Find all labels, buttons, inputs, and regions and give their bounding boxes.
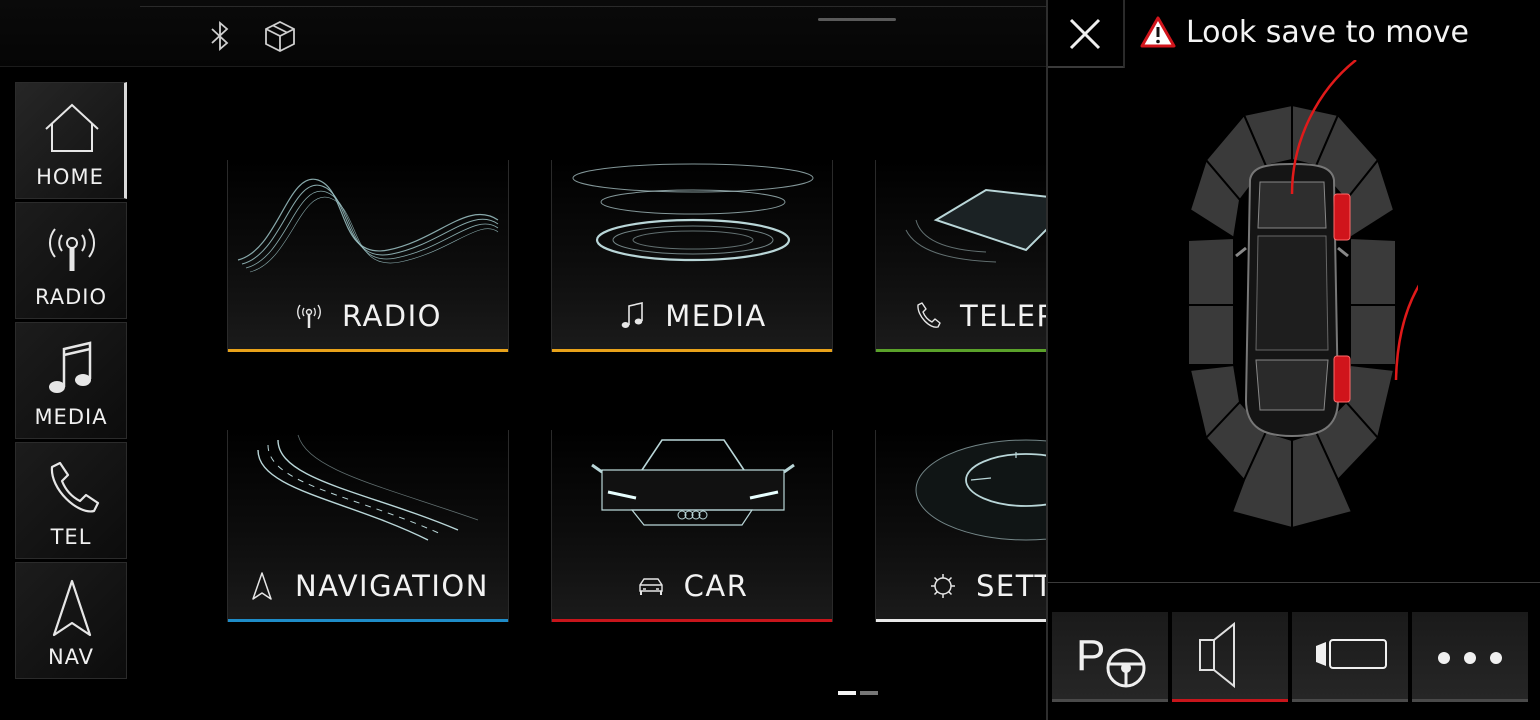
header-divider — [1124, 0, 1125, 68]
sidebar-item-label: NAV — [47, 645, 95, 669]
phone-icon — [50, 461, 100, 513]
music-note-icon — [621, 301, 644, 328]
speaker-icon — [1199, 621, 1235, 689]
camera-view-icon — [1316, 639, 1387, 669]
sidebar-item-label: MEDIA — [34, 405, 108, 429]
warning-triangle-icon — [1140, 16, 1176, 48]
radio-antenna-icon — [48, 228, 96, 271]
tile-label: SETT — [976, 569, 1046, 603]
music-note-icon — [49, 341, 92, 393]
park-assist-button[interactable]: P — [1052, 612, 1168, 702]
sidebar-item-home[interactable]: HOME — [15, 82, 127, 199]
top-status-bar — [0, 0, 1046, 67]
tile-accent-bar — [552, 349, 832, 352]
sidebar-item-label: TEL — [50, 525, 92, 549]
warning-message: Look save to move — [1140, 12, 1469, 52]
home-tiles-grid: RADIO MEDIA TELEP NAVIGATION CAR SETT — [227, 160, 1046, 630]
page-dot-active[interactable] — [838, 691, 856, 695]
tile-telephone[interactable]: TELEP — [875, 160, 1046, 352]
tile-label: MEDIA — [665, 299, 767, 333]
page-indicator — [838, 680, 882, 699]
smartphone-artwork — [905, 188, 1046, 263]
close-button[interactable] — [1048, 0, 1124, 68]
svg-text:P: P — [1076, 631, 1105, 680]
sidebar-item-nav[interactable]: NAV — [15, 562, 127, 679]
home-icon — [45, 103, 99, 152]
navigation-arrow-icon — [252, 572, 272, 600]
package-box-icon — [265, 20, 295, 53]
tile-label: CAR — [683, 569, 749, 603]
camera-view-button[interactable] — [1292, 612, 1408, 702]
close-icon — [1069, 18, 1101, 50]
bluetooth-icon — [211, 21, 229, 51]
panel-divider — [1048, 582, 1540, 583]
tile-accent-bar — [876, 619, 1046, 622]
tile-accent-bar — [228, 619, 508, 622]
top-divider — [140, 6, 1046, 7]
park-steering-icon: P — [1076, 631, 1146, 688]
tile-car[interactable]: CAR — [551, 430, 833, 622]
tile-label: NAVIGATION — [295, 569, 489, 603]
phone-icon — [917, 302, 941, 328]
radio-antenna-icon — [297, 304, 321, 328]
sound-toggle-button[interactable] — [1172, 612, 1288, 702]
warning-text: Look save to move — [1186, 14, 1470, 50]
sidebar-item-label: HOME — [36, 165, 104, 189]
pull-down-handle[interactable] — [818, 18, 896, 21]
sidebar-item-media[interactable]: MEDIA — [15, 322, 127, 439]
sidebar: HOME RADIO MEDIA TEL NAV — [15, 82, 129, 682]
more-dots-icon — [1438, 652, 1502, 664]
tile-accent-bar — [228, 349, 508, 352]
dial-artwork — [915, 439, 1046, 541]
more-options-button[interactable] — [1412, 612, 1528, 702]
sidebar-item-label: RADIO — [35, 285, 107, 309]
tile-radio[interactable]: RADIO — [227, 160, 509, 352]
gear-icon — [931, 574, 955, 598]
page-dot[interactable] — [860, 691, 878, 695]
car-front-artwork — [591, 439, 795, 526]
radio-wave-artwork — [237, 178, 499, 273]
tile-accent-bar — [552, 619, 832, 622]
sidebar-item-tel[interactable]: TEL — [15, 442, 127, 559]
tile-navigation[interactable]: NAVIGATION — [227, 430, 509, 622]
sidebar-item-radio[interactable]: RADIO — [15, 202, 127, 319]
parking-buttons-bar: P — [1052, 612, 1536, 704]
tile-accent-bar — [876, 349, 1046, 352]
tile-settings[interactable]: SETT — [875, 430, 1046, 622]
media-rings-artwork — [572, 163, 814, 262]
road-artwork — [257, 434, 479, 541]
parking-sensor-diagram — [1188, 60, 1418, 530]
tile-label: RADIO — [341, 299, 443, 333]
navigation-arrow-icon — [52, 579, 92, 637]
parking-assist-panel: Look save to move P — [1046, 0, 1540, 720]
tile-label: TELEP — [960, 299, 1046, 333]
car-icon — [638, 578, 663, 595]
tile-media[interactable]: MEDIA — [551, 160, 833, 352]
